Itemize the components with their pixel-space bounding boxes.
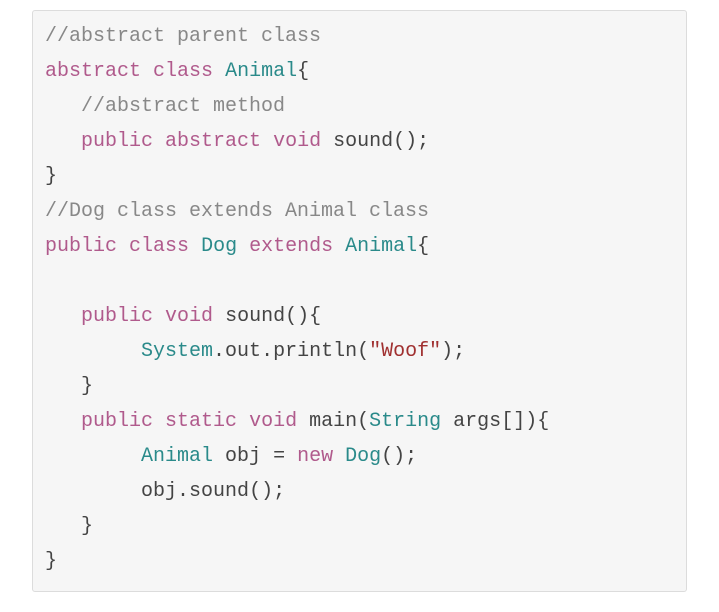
keyword-new: new bbox=[297, 445, 333, 468]
dot: . bbox=[261, 340, 273, 363]
code-block: //abstract parent class abstract class A… bbox=[32, 10, 687, 592]
method-println: println bbox=[273, 340, 357, 363]
method-sound: sound bbox=[225, 305, 285, 328]
paren-open: ( bbox=[357, 340, 369, 363]
punct: []){ bbox=[501, 410, 549, 433]
punct: (); bbox=[381, 445, 417, 468]
punct: (); bbox=[393, 130, 429, 153]
dot: . bbox=[213, 340, 225, 363]
type-dog: Dog bbox=[201, 235, 237, 258]
type-animal: Animal bbox=[141, 445, 213, 468]
brace-open: { bbox=[417, 235, 429, 258]
brace-open: { bbox=[297, 60, 309, 83]
dot: . bbox=[177, 480, 189, 503]
keyword-void: void bbox=[249, 410, 297, 433]
type-string: String bbox=[369, 410, 441, 433]
punct: (); bbox=[249, 480, 285, 503]
keyword-public: public bbox=[81, 410, 153, 433]
punct: (){ bbox=[285, 305, 321, 328]
type-animal: Animal bbox=[345, 235, 417, 258]
type-dog: Dog bbox=[345, 445, 381, 468]
var-obj: obj bbox=[141, 480, 177, 503]
keyword-class: class bbox=[129, 235, 189, 258]
brace-close: } bbox=[45, 165, 57, 188]
comment: //abstract method bbox=[81, 95, 285, 118]
member-out: out bbox=[225, 340, 261, 363]
equals: = bbox=[261, 445, 297, 468]
brace-close: } bbox=[81, 515, 93, 538]
keyword-extends: extends bbox=[249, 235, 333, 258]
string-literal: "Woof" bbox=[369, 340, 441, 363]
keyword-class: class bbox=[153, 60, 213, 83]
keyword-public: public bbox=[81, 130, 153, 153]
type-animal: Animal bbox=[225, 60, 297, 83]
keyword-static: static bbox=[165, 410, 237, 433]
method-main: main bbox=[309, 410, 357, 433]
type-system: System bbox=[141, 340, 213, 363]
paren-open: ( bbox=[357, 410, 369, 433]
keyword-void: void bbox=[165, 305, 213, 328]
keyword-public: public bbox=[45, 235, 117, 258]
method-sound: sound bbox=[189, 480, 249, 503]
brace-close: } bbox=[45, 550, 57, 573]
brace-close: } bbox=[81, 375, 93, 398]
comment: //Dog class extends Animal class bbox=[45, 200, 429, 223]
method-sound: sound bbox=[333, 130, 393, 153]
keyword-abstract: abstract bbox=[165, 130, 261, 153]
var-obj: obj bbox=[225, 445, 261, 468]
param-args: args bbox=[453, 410, 501, 433]
keyword-abstract: abstract bbox=[45, 60, 141, 83]
keyword-void: void bbox=[273, 130, 321, 153]
paren-close: ); bbox=[441, 340, 465, 363]
comment: //abstract parent class bbox=[45, 25, 321, 48]
keyword-public: public bbox=[81, 305, 153, 328]
